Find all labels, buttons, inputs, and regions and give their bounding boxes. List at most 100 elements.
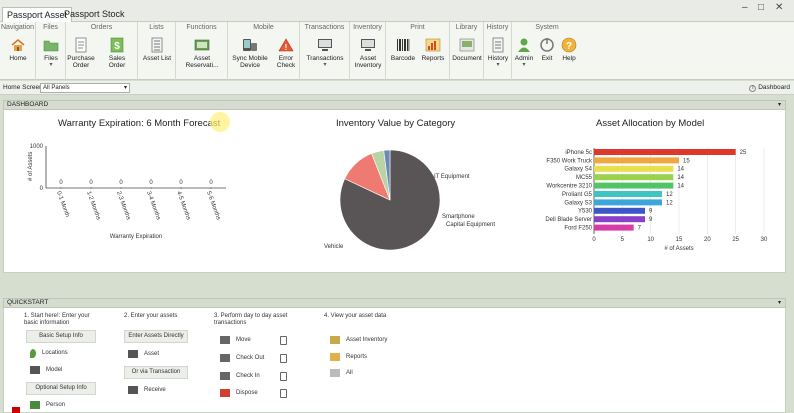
receive-link[interactable]: Receive (128, 383, 166, 397)
data-label: 7 (638, 226, 642, 232)
y-tick-label: Galaxy S4 (564, 167, 592, 173)
locations-link[interactable]: Locations (30, 346, 68, 360)
minimize-icon[interactable]: – (742, 2, 748, 13)
y-tick-label: 1000 (30, 144, 44, 150)
chevron-down-icon: ▾ (496, 62, 500, 68)
y-tick-label: iPhone 5c (565, 150, 592, 156)
bar (594, 224, 634, 231)
group-title: Navigation (0, 24, 35, 31)
sales-order-button[interactable]: $ Sales Order (100, 37, 134, 69)
document-icon (458, 37, 476, 53)
error-check-label: Error Check (276, 55, 296, 69)
data-label: 9 (649, 209, 653, 215)
asset-link[interactable]: Asset (128, 347, 159, 361)
purchase-order-icon (72, 37, 90, 53)
asset-inventory-link[interactable]: Asset Inventory (330, 333, 387, 347)
home-label: Home (9, 55, 27, 62)
dispose-label: Dispose (236, 390, 258, 396)
asset-allocation-bar-chart: 0 5 10 15 20 25 30 iPhone 5c 25 F350 Work Truck 15… (545, 148, 768, 252)
data-label: 0 (119, 180, 123, 186)
monitor-icon (359, 37, 377, 53)
document-button[interactable]: Document (452, 37, 482, 62)
reports-button[interactable]: Reports (419, 37, 447, 62)
person-link[interactable]: Person (30, 398, 65, 412)
move-label: Move (236, 337, 251, 343)
asset-reservation-button[interactable]: Asset Reservati... (178, 37, 226, 69)
asset-list-label: Asset List (142, 55, 172, 62)
data-point (60, 187, 62, 189)
purchase-order-button[interactable]: Purchase Order (66, 37, 96, 69)
dashboard-link[interactable]: i Dashboard (749, 84, 790, 92)
admin-icon (515, 37, 533, 53)
move-icon (220, 336, 230, 344)
dispose-link[interactable]: Dispose (220, 386, 258, 400)
group-title: History (486, 24, 509, 31)
inventory-value-pie-chart: Vehicle IT Equipment Smartphone Capital Equ… (324, 149, 495, 251)
exit-label: Exit (541, 55, 553, 62)
transactions-button[interactable]: Transactions ▾ (304, 37, 346, 69)
quickstart-step-1: 1. Start here!: Enter your basic informa… (24, 313, 90, 326)
error-icon: ! (277, 37, 295, 53)
monitor-icon (316, 37, 334, 53)
quickstart-panel-header[interactable]: QUICKSTART ▾ (3, 298, 786, 308)
asset-list-button[interactable]: Asset List (142, 37, 172, 62)
asset-inventory-button[interactable]: Asset Inventory (352, 37, 384, 69)
tab-passport-stock[interactable]: Passport Stock (60, 7, 129, 22)
app-tab-bar: Passport Asset Passport Stock – □ ✕ (0, 0, 794, 22)
bar (594, 165, 674, 172)
ribbon-group-transactions: Transactions Transactions ▾ (300, 22, 350, 80)
model-link[interactable]: Model (30, 363, 62, 377)
data-label: 0 (89, 180, 93, 186)
all-link[interactable]: All (330, 366, 353, 380)
collapse-icon[interactable]: ▾ (778, 101, 781, 109)
group-title: Orders (90, 24, 113, 31)
recording-indicator (12, 407, 20, 413)
asset-reservation-label: Asset Reservati... (185, 55, 219, 69)
collapse-icon[interactable]: ▾ (778, 299, 781, 307)
group-title: Print (410, 24, 425, 31)
y-tick-label: Galaxy S3 (564, 200, 592, 206)
files-button[interactable]: Files ▾ (39, 37, 63, 69)
move-link[interactable]: Move (220, 333, 251, 347)
data-label: 0 (179, 180, 183, 186)
reports-link[interactable]: Reports (330, 350, 367, 364)
dashboard-panel-header[interactable]: DASHBOARD ▾ (3, 100, 786, 110)
folder-icon (42, 37, 60, 53)
list-icon (148, 37, 166, 53)
sync-icon (241, 37, 259, 53)
asset-inventory-link-label: Asset Inventory (346, 337, 388, 343)
home-screen-view-bar: Home Screen View All Panels ▾ i Dashboar… (0, 81, 794, 95)
help-button[interactable]: ? Help (558, 37, 580, 62)
error-check-button[interactable]: ! Error Check (274, 37, 298, 69)
quickstart-step-3: 3. Perform day to day asset transactions (214, 313, 288, 326)
exit-button[interactable]: Exit (536, 37, 558, 62)
admin-button[interactable]: Admin ▾ (512, 37, 536, 69)
data-point (180, 187, 182, 189)
maximize-icon[interactable]: □ (758, 2, 764, 13)
quickstart-step-2: 2. Enter your assets (124, 313, 178, 319)
home-button[interactable]: Home (4, 37, 32, 62)
help-icon: ? (560, 37, 578, 53)
x-tick-label: 1-2 Months (85, 191, 101, 221)
sync-mobile-device-button[interactable]: Sync Mobile Device (230, 37, 270, 69)
dollar-icon: $ (108, 37, 126, 53)
group-title: Lists (149, 24, 164, 31)
reservation-icon (193, 37, 211, 53)
y-tick-label: MC55 (576, 175, 593, 181)
data-label: 12 (666, 200, 673, 206)
home-screen-view-value: All Panels (43, 85, 70, 91)
chevron-down-icon: ▾ (323, 62, 327, 68)
data-label: 14 (677, 175, 684, 181)
home-screen-view-select[interactable]: All Panels ▾ (40, 83, 130, 93)
check-in-link[interactable]: Check In (220, 369, 260, 383)
check-in-icon (220, 372, 230, 380)
barcode-button[interactable]: Barcode (389, 37, 417, 62)
history-button[interactable]: History ▾ (486, 37, 510, 69)
ribbon-group-navigation: Navigation Home (0, 22, 36, 80)
basic-setup-info-header: Basic Setup Info (26, 330, 96, 343)
close-icon[interactable]: ✕ (775, 2, 783, 13)
check-out-link[interactable]: Check Out (220, 351, 264, 365)
reports-link-label: Reports (346, 354, 368, 360)
dashboard-panel: Warranty Expiration: 6 Month Forecast 10… (3, 110, 786, 273)
y-tick-label: F350 Work Truck (546, 158, 593, 164)
